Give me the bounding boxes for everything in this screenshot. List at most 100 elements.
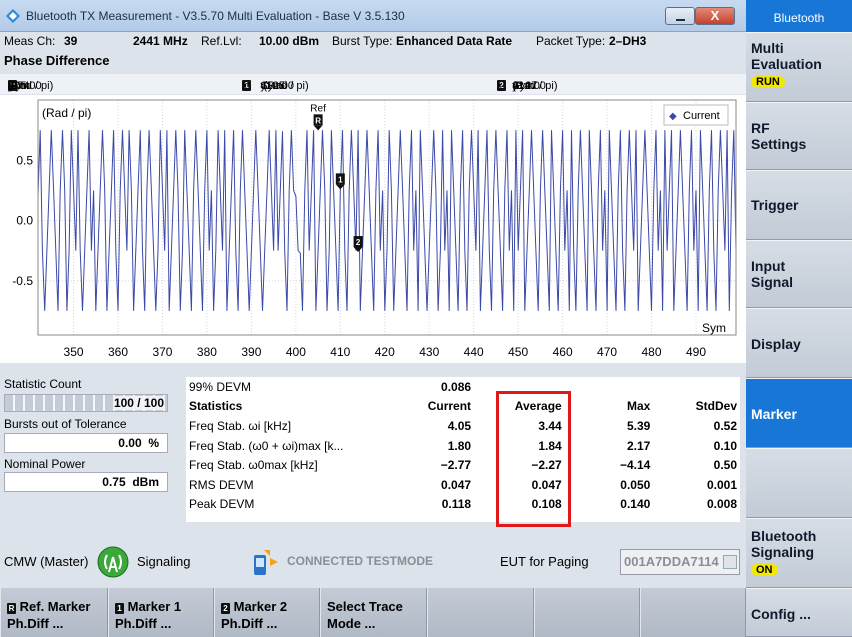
x-axis-label: Sym bbox=[702, 321, 726, 335]
empty-softkey-7[interactable] bbox=[640, 588, 746, 637]
empty-softkey-6[interactable] bbox=[534, 588, 640, 637]
cell-current: 4.05 bbox=[447, 418, 472, 433]
cell-max: 0.140 bbox=[620, 497, 651, 512]
side-button-label: Trigger bbox=[751, 197, 799, 213]
marker-readout-bar: ◆ R x: 405.00 Sym y 0.74 (Rad / pi) ◆ 1 … bbox=[0, 74, 746, 94]
x-tick-label: 460 bbox=[553, 345, 573, 359]
select-trace-mode-softkey[interactable]: Select Trace Mode ... bbox=[320, 588, 427, 637]
close-button[interactable]: X bbox=[695, 7, 735, 25]
marker1-softkey[interactable]: 1 Marker 1 Ph.Diff ... bbox=[108, 588, 214, 637]
table-row: RMS DEVM 0.047 0.047 0.050 0.001 bbox=[186, 475, 740, 495]
svg-text:1: 1 bbox=[338, 175, 343, 184]
col-header-max: Max bbox=[626, 399, 651, 414]
bursts-unit: % bbox=[148, 436, 159, 450]
run-badge: RUN bbox=[751, 76, 785, 88]
row-label: Freq Stab. (ω0 + ωi)max [k... bbox=[189, 438, 344, 453]
softkey-label: Marker 2 bbox=[233, 599, 288, 614]
burst-type-value: Enhanced Data Rate bbox=[396, 34, 513, 48]
section-title: Phase Difference bbox=[4, 53, 110, 68]
ref-marker-icon: R bbox=[7, 603, 16, 614]
cell-current: 1.80 bbox=[447, 438, 472, 453]
bursts-out-of-tolerance-label: Bursts out of Tolerance bbox=[4, 417, 127, 431]
ref-marker-label: Ref bbox=[310, 103, 326, 114]
cell-stddev: 0.001 bbox=[706, 477, 737, 492]
marker2-softkey[interactable]: 2 Marker 2 Ph.Diff ... bbox=[214, 588, 320, 637]
config-button[interactable]: Config ... bbox=[746, 588, 852, 637]
row-label: Freq Stab. ω0max [kHz] bbox=[189, 458, 318, 473]
statistic-count-progress: 100 / 100 bbox=[4, 394, 168, 412]
cell-current: 0.118 bbox=[441, 497, 472, 512]
ref-level-value: 10.00 dBm bbox=[259, 34, 320, 48]
softkey-label: Ref. Marker bbox=[19, 599, 91, 614]
plot-frame bbox=[37, 99, 737, 336]
side-button-label: Marker bbox=[751, 406, 797, 422]
softkey-label: Select Trace bbox=[327, 599, 403, 614]
ref-marker-softkey[interactable]: R Ref. Marker Ph.Diff ... bbox=[0, 588, 108, 637]
eut-paging-value: 001A7DDA7114 bbox=[624, 554, 719, 569]
window-title: Bluetooth TX Measurement - V3.5.70 Multi… bbox=[26, 9, 405, 23]
cell-max: 2.17 bbox=[626, 438, 651, 453]
cell-stddev: 0.10 bbox=[713, 438, 737, 453]
softkey-sublabel: Ph.Diff ... bbox=[7, 616, 64, 631]
row-label: Peak DEVM bbox=[189, 497, 255, 512]
marker-R-flag[interactable]: R bbox=[313, 114, 323, 131]
display-button[interactable]: Display bbox=[746, 308, 852, 378]
col-header-current: Current bbox=[427, 399, 472, 414]
x-tick-label: 410 bbox=[330, 345, 350, 359]
chart-svg[interactable]: 350 360 370 380 390 400 410 420 430 440 450 460 470 4… bbox=[0, 95, 746, 363]
col-header-stddev: StdDev bbox=[695, 399, 737, 414]
cell-stddev: 0.52 bbox=[713, 418, 737, 433]
cell-max: 0.050 bbox=[620, 477, 651, 492]
x-tick-label: 420 bbox=[375, 345, 395, 359]
minimize-button[interactable] bbox=[665, 7, 695, 25]
x-tick-label: 430 bbox=[419, 345, 439, 359]
empty-side-button[interactable] bbox=[746, 448, 852, 518]
empty-softkey-5[interactable] bbox=[427, 588, 534, 637]
marker1-icon: 1 bbox=[115, 603, 124, 614]
table-row: Freq Stab. ωi [kHz] 4.05 3.44 5.39 0.52 bbox=[186, 416, 740, 436]
meas-ch-value: 39 bbox=[64, 34, 78, 48]
ref-level-label: Ref.Lvl: bbox=[201, 34, 242, 48]
power-unit: dBm bbox=[132, 475, 159, 489]
cell-max: 5.39 bbox=[626, 418, 651, 433]
status-bar: CMW (Master) Signaling CONNECTED TESTMOD… bbox=[0, 540, 746, 586]
trigger-button[interactable]: Trigger bbox=[746, 170, 852, 240]
x-tick-label: 370 bbox=[152, 345, 172, 359]
bursts-out-of-tolerance-value: 0.00 % bbox=[4, 433, 168, 453]
marker-2-flag[interactable]: 2 bbox=[353, 236, 363, 253]
bluetooth-signaling-button[interactable]: Bluetooth Signaling ON bbox=[746, 518, 852, 588]
bursts-value: 0.00 bbox=[118, 436, 142, 450]
meas-ch-label: Meas Ch: bbox=[4, 34, 56, 48]
on-badge: ON bbox=[751, 564, 778, 576]
multi-evaluation-button[interactable]: Multi Evaluation RUN bbox=[746, 32, 852, 102]
rf-settings-button[interactable]: RF Settings bbox=[746, 102, 852, 170]
y-tick-label: -0.5 bbox=[12, 274, 33, 288]
svg-text:R: R bbox=[315, 116, 321, 125]
x-tick-label: 390 bbox=[241, 345, 261, 359]
col-header-statistics: Statistics bbox=[189, 399, 243, 414]
phase-difference-chart[interactable]: 350 360 370 380 390 400 410 420 430 440 450 460 470 4… bbox=[0, 95, 746, 363]
side-menu: Bluetooth Multi Evaluation RUN RF Settin… bbox=[746, 0, 852, 637]
packet-type-value: 2–DH3 bbox=[609, 34, 647, 48]
cell-stddev: 0.50 bbox=[713, 458, 737, 473]
eut-dropdown-icon[interactable] bbox=[723, 555, 737, 569]
side-button-label: RF Settings bbox=[751, 120, 807, 152]
softkey-sublabel: Ph.Diff ... bbox=[115, 616, 172, 631]
eut-paging-field[interactable]: 001A7DDA7114 bbox=[620, 549, 740, 575]
signaling-label: Signaling bbox=[137, 554, 191, 569]
y-axis-label: (Rad / pi) bbox=[42, 106, 91, 120]
softkey-sublabel: Mode ... bbox=[327, 616, 376, 631]
x-tick-label: 440 bbox=[464, 345, 484, 359]
side-button-label: Bluetooth Signaling bbox=[751, 528, 817, 560]
table-row: Peak DEVM 0.118 0.108 0.140 0.008 bbox=[186, 495, 740, 515]
side-header: Bluetooth bbox=[746, 0, 852, 32]
row-label: RMS DEVM bbox=[189, 477, 254, 492]
table-row: Freq Stab. (ω0 + ωi)max [k... 1.80 1.84 2.1… bbox=[186, 436, 740, 456]
x-tick-label: 350 bbox=[64, 345, 84, 359]
marker-button[interactable]: Marker bbox=[746, 378, 852, 448]
x-tick-label: 380 bbox=[197, 345, 217, 359]
softkey-label: Marker 1 bbox=[127, 599, 182, 614]
input-signal-button[interactable]: Input Signal bbox=[746, 240, 852, 308]
nominal-power-value: 0.75 dBm bbox=[4, 472, 168, 492]
app-icon bbox=[6, 9, 20, 23]
